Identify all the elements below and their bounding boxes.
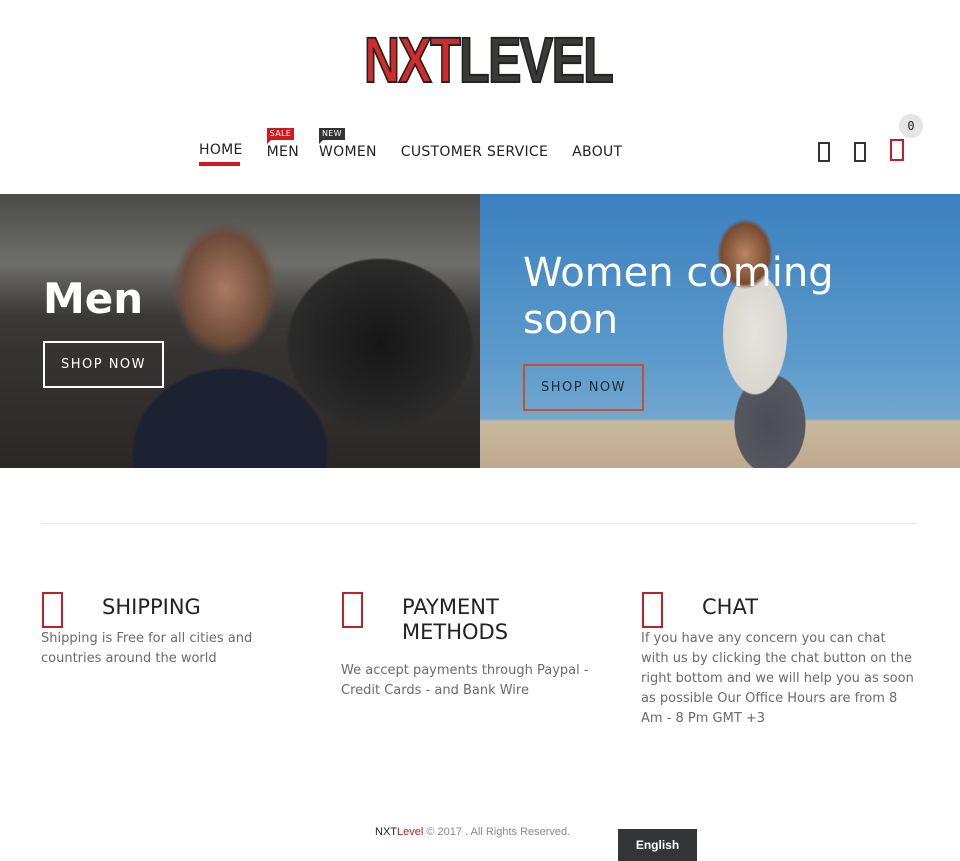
footer-copyright: NXTLevel © 2017 . All Rights Reserved. <box>375 826 570 838</box>
nav-label: ABOUT <box>572 144 623 160</box>
nav-label: CUSTOMER SERVICE <box>400 144 549 160</box>
feature-payment: PAYMENT METHODS We accept payments throu… <box>341 590 616 701</box>
nav-item-men[interactable]: SALE MEN <box>266 128 299 160</box>
feature-text: If you have any concern you can chat wit… <box>641 631 914 726</box>
banner-title: Men <box>43 274 144 323</box>
language-selector-button[interactable]: English <box>618 829 697 861</box>
men-banner[interactable]: Men SHOP NOW <box>0 194 480 468</box>
copyright-text: © 2017 . All Rights Reserved. <box>423 826 571 838</box>
shipping-icon <box>42 592 63 628</box>
section-divider <box>41 523 918 524</box>
feature-text: We accept payments through Paypal - Cred… <box>341 663 589 698</box>
new-badge: NEW <box>318 128 345 144</box>
feature-shipping: SHIPPING Shipping is Free for all cities… <box>41 590 316 669</box>
cart-icon[interactable] <box>890 139 904 161</box>
feature-title: SHIPPING <box>102 595 201 619</box>
nav-label: WOMEN <box>318 144 377 160</box>
nav-label: MEN <box>266 144 299 160</box>
chat-icon <box>642 592 663 628</box>
main-nav: HOME SALE MEN NEW WOMEN CUSTOMER SERVICE… <box>199 128 646 166</box>
account-icon[interactable] <box>854 142 866 162</box>
nav-item-customer-service[interactable]: CUSTOMER SERVICE <box>401 140 548 160</box>
shop-now-women-button[interactable]: SHOP NOW <box>523 364 644 411</box>
search-icon[interactable] <box>818 142 830 162</box>
hero-banners: Men SHOP NOW Women coming soon SHOP NOW <box>0 194 960 468</box>
feature-text: Shipping is Free for all cities and coun… <box>41 631 253 666</box>
shop-now-men-button[interactable]: SHOP NOW <box>43 341 164 388</box>
sale-badge: SALE <box>266 128 295 144</box>
nav-item-women[interactable]: NEW WOMEN <box>318 128 377 160</box>
payment-icon <box>342 592 363 628</box>
logo-nxt: NXT <box>363 24 461 96</box>
cart-count-badge: 0 <box>899 114 923 138</box>
site-logo[interactable]: NXTLEVEL <box>363 27 614 93</box>
header-icons <box>818 139 928 162</box>
active-underline <box>199 162 240 166</box>
footer-brand-level: Level <box>397 826 424 838</box>
feature-title: CHAT <box>702 595 759 619</box>
women-banner[interactable]: Women coming soon SHOP NOW <box>480 194 960 468</box>
nav-item-about[interactable]: ABOUT <box>572 140 622 160</box>
logo-level: LEVEL <box>458 24 614 96</box>
nav-item-home[interactable]: HOME <box>199 138 243 166</box>
footer-brand-nxt: NXT <box>375 826 397 838</box>
feature-title: PAYMENT METHODS <box>402 595 509 644</box>
feature-chat: CHAT If you have any concern you can cha… <box>641 590 916 729</box>
banner-title: Women coming soon <box>523 250 834 343</box>
nav-label: HOME <box>199 142 243 158</box>
